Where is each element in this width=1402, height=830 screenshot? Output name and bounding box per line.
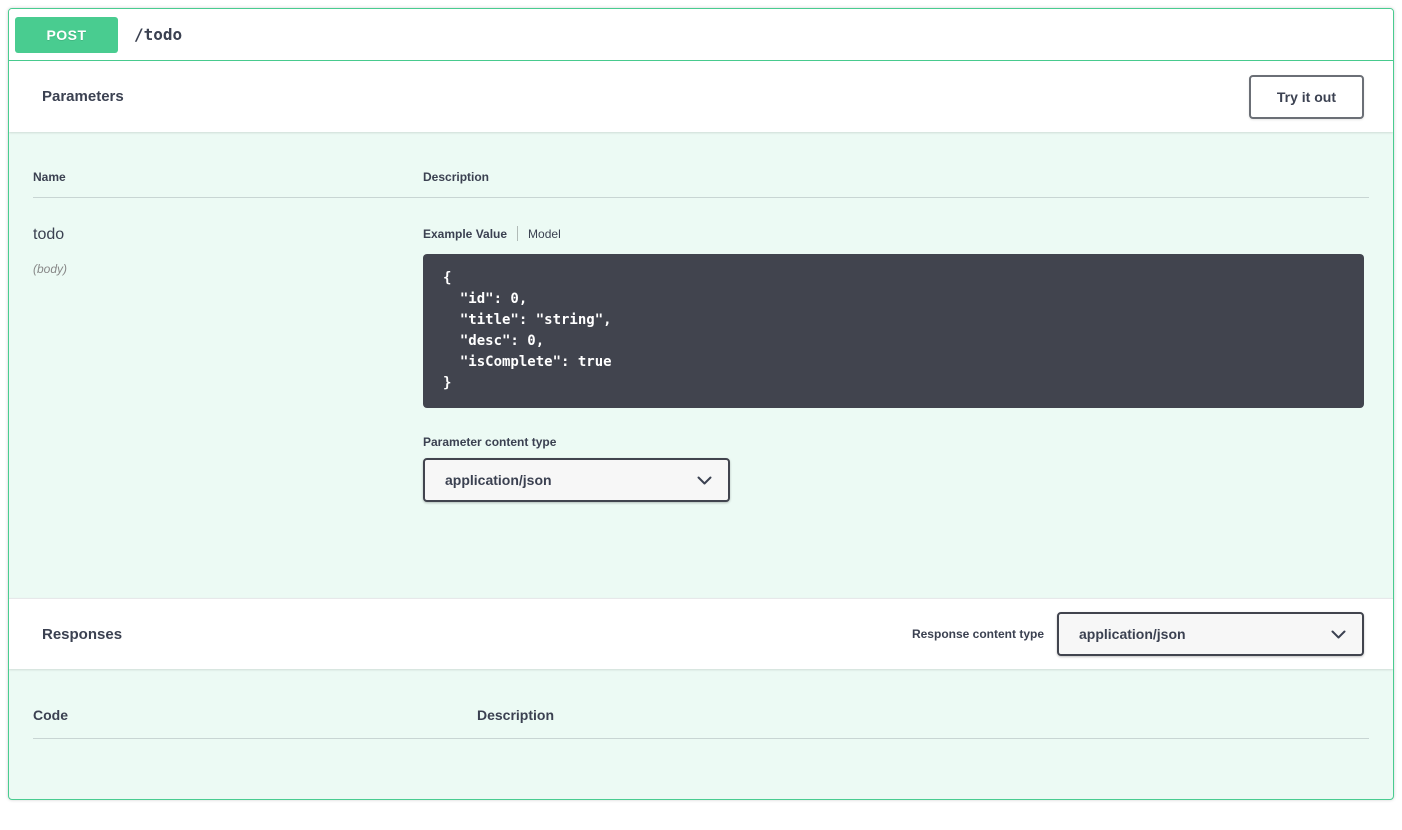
response-content-type-value: application/json	[1079, 626, 1186, 642]
parameter-content-type-label: Parameter content type	[423, 435, 1369, 449]
response-content-type-select[interactable]: application/json	[1057, 612, 1364, 656]
col-header-response-description: Description	[477, 707, 1369, 723]
col-header-name: Name	[33, 170, 423, 184]
method-badge: POST	[15, 17, 118, 53]
responses-header: Responses Response content type applicat…	[9, 598, 1393, 669]
parameters-table-header: Name Description	[33, 132, 1369, 198]
model-example-tabs: Example Value Model	[423, 226, 1369, 241]
tab-divider	[517, 226, 518, 241]
chevron-down-icon	[1331, 630, 1346, 639]
parameters-header: Parameters Try it out	[9, 61, 1393, 132]
parameter-location: (body)	[33, 262, 423, 276]
response-content-type-group: Response content type application/json	[912, 612, 1364, 656]
opblock-post-todo: POST /todo Parameters Try it out Name De…	[8, 8, 1394, 800]
parameters-title: Parameters	[29, 88, 124, 105]
col-header-description: Description	[423, 170, 1369, 184]
endpoint-summary-bar[interactable]: POST /todo	[9, 9, 1393, 61]
try-it-out-button[interactable]: Try it out	[1249, 75, 1364, 119]
parameter-name: todo	[33, 226, 423, 244]
responses-table-header: Code Description	[33, 669, 1369, 739]
parameter-row-todo: todo (body) Example Value Model { "id": …	[33, 198, 1369, 598]
chevron-down-icon	[697, 476, 712, 485]
parameter-content-type-value: application/json	[445, 472, 552, 488]
responses-body: Code Description	[9, 669, 1393, 799]
tab-model[interactable]: Model	[528, 227, 561, 241]
parameters-body: Name Description todo (body) Example Val…	[9, 132, 1393, 598]
parameter-name-cell: todo (body)	[33, 226, 423, 502]
example-value-json: { "id": 0, "title": "string", "desc": 0,…	[423, 254, 1364, 408]
col-header-code: Code	[33, 707, 477, 723]
endpoint-path: /todo	[134, 25, 182, 44]
tab-example-value[interactable]: Example Value	[423, 227, 507, 241]
responses-table-empty-area	[33, 739, 1369, 799]
parameter-content-type-select[interactable]: application/json	[423, 458, 730, 502]
responses-title: Responses	[29, 626, 122, 643]
parameter-description-cell: Example Value Model { "id": 0, "title": …	[423, 226, 1369, 502]
response-content-type-label: Response content type	[912, 627, 1044, 641]
